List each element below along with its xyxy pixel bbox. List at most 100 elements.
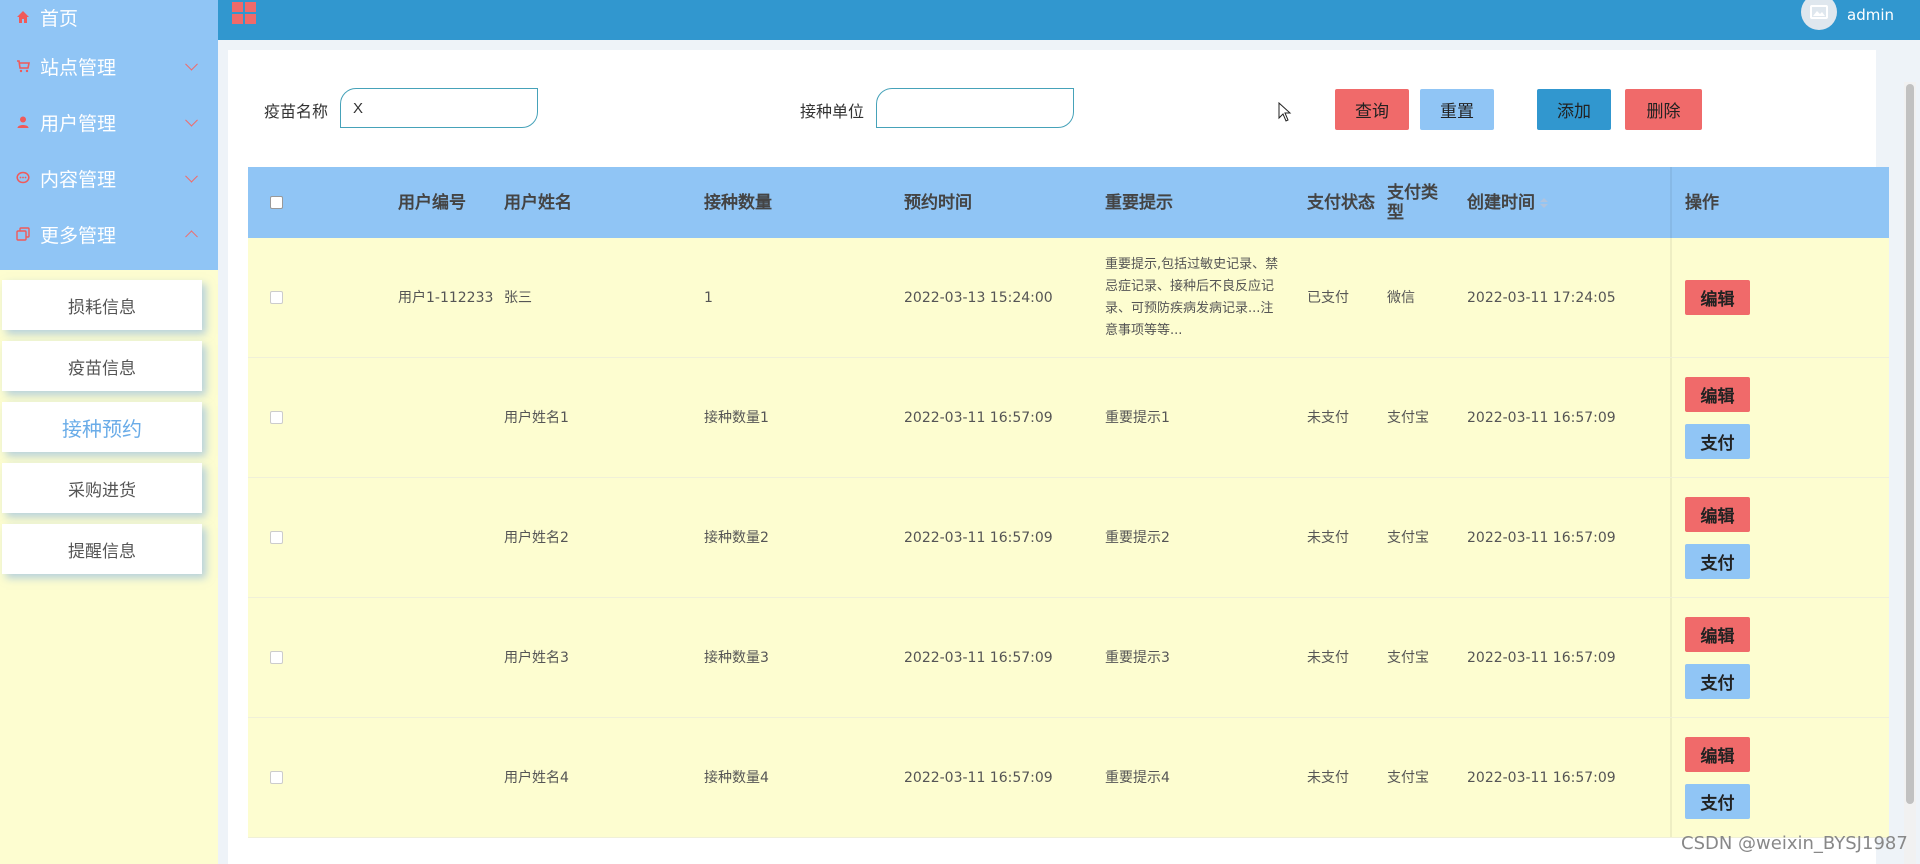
cell-create-time: 2022-03-11 17:24:05 <box>1467 289 1616 306</box>
edit-button[interactable]: 编辑 <box>1685 616 1750 652</box>
edit-button[interactable]: 编辑 <box>1685 496 1750 532</box>
cell-important-tip: 重要提示,包括过敏史记录、禁忌症记录、接种后不良反应记录、可预防疾病发病记录..… <box>1105 256 1279 338</box>
chevron-down-icon <box>185 57 198 71</box>
sidebar-item-content-management[interactable]: 内容管理 <box>0 150 218 206</box>
edit-button[interactable]: 编辑 <box>1685 376 1750 412</box>
avatar[interactable] <box>1801 0 1837 30</box>
cell-pay-type: 支付宝 <box>1387 529 1429 546</box>
cell-quantity: 接种数量1 <box>704 409 769 426</box>
pay-button[interactable]: 支付 <box>1685 543 1750 579</box>
row-checkbox[interactable] <box>269 291 283 304</box>
row-checkbox[interactable] <box>269 651 283 664</box>
cell-important-tip: 重要提示1 <box>1105 409 1170 426</box>
cell-user-id <box>304 598 504 717</box>
cell-pay-status: 未支付 <box>1307 529 1349 546</box>
sidebar-item-home[interactable]: 首页 <box>0 0 218 34</box>
header-appointment-time: 预约时间 <box>904 192 972 213</box>
sidebar-item-user-management[interactable]: 用户管理 <box>0 94 218 150</box>
vaccine-name-input[interactable] <box>340 88 538 128</box>
vaccination-unit-input[interactable] <box>876 88 1074 128</box>
pay-button[interactable]: 支付 <box>1685 783 1750 819</box>
cell-appointment-time: 2022-03-11 16:57:09 <box>904 529 1053 546</box>
sidebar-submenu: 损耗信息 疫苗信息 接种预约 采购进货 提醒信息 <box>0 270 218 574</box>
top-bar: admin <box>218 0 1920 40</box>
cell-appointment-time: 2022-03-13 15:24:00 <box>904 289 1053 306</box>
cell-pay-status: 已支付 <box>1307 289 1349 306</box>
image-icon <box>1810 5 1828 19</box>
app-grid-icon[interactable] <box>232 2 256 24</box>
header-pay-type: 支付类型 <box>1387 182 1438 223</box>
cell-user-name: 用户姓名4 <box>504 769 569 786</box>
row-check-cell <box>248 598 304 717</box>
row-checkbox[interactable] <box>269 411 283 424</box>
submenu-item-purchase[interactable]: 采购进货 <box>2 463 202 513</box>
submenu-item-loss-info[interactable]: 损耗信息 <box>2 280 202 330</box>
row-checkbox[interactable] <box>269 771 283 784</box>
query-button[interactable]: 查询 <box>1335 89 1409 130</box>
sidebar-item-more-management[interactable]: 更多管理 <box>0 206 218 262</box>
sidebar: 首页 站点管理 用户管理 内容管理 更多管理 损耗信息 疫苗信息 接种预约 采购… <box>0 0 218 864</box>
row-checkbox[interactable] <box>269 531 283 544</box>
home-icon <box>16 10 30 24</box>
table-row: 用户姓名4 接种数量4 2022-03-11 16:57:09 重要提示4 未支… <box>248 718 1889 838</box>
cell-user-name: 用户姓名2 <box>504 529 569 546</box>
cell-pay-status: 未支付 <box>1307 649 1349 666</box>
header-quantity: 接种数量 <box>704 192 772 213</box>
cell-quantity: 1 <box>704 289 713 306</box>
cell-quantity: 接种数量4 <box>704 769 769 786</box>
submenu-item-vaccination-appointment[interactable]: 接种预约 <box>2 402 202 452</box>
cell-create-time: 2022-03-11 16:57:09 <box>1467 529 1616 546</box>
chevron-down-icon <box>185 169 198 183</box>
cell-user-id <box>304 718 504 837</box>
header-create-time[interactable]: 创建时间 <box>1467 167 1670 238</box>
content-panel: 疫苗名称 接种单位 查询 重置 添加 删除 用户编号 用户姓名 接种数量 预约时… <box>228 50 1889 864</box>
cell-appointment-time: 2022-03-11 16:57:09 <box>904 769 1053 786</box>
cell-actions: 编辑 支付 <box>1670 598 1785 717</box>
add-button[interactable]: 添加 <box>1537 89 1611 130</box>
cell-create-time: 2022-03-11 16:57:09 <box>1467 409 1616 426</box>
cell-create-time: 2022-03-11 16:57:09 <box>1467 769 1616 786</box>
appointment-table: 用户编号 用户姓名 接种数量 预约时间 重要提示 支付状态 支付类型 创建时间 … <box>248 167 1889 838</box>
select-all-checkbox[interactable] <box>269 196 283 209</box>
submenu-item-reminder[interactable]: 提醒信息 <box>2 524 202 574</box>
sidebar-item-site-management[interactable]: 站点管理 <box>0 38 218 94</box>
cell-pay-type: 支付宝 <box>1387 649 1429 666</box>
cell-user-id <box>304 358 504 477</box>
cell-actions: 编辑 <box>1670 238 1785 357</box>
sidebar-menu: 首页 站点管理 用户管理 内容管理 更多管理 <box>0 0 218 270</box>
pay-button[interactable]: 支付 <box>1685 663 1750 699</box>
table-header: 用户编号 用户姓名 接种数量 预约时间 重要提示 支付状态 支付类型 创建时间 … <box>248 167 1889 238</box>
cell-appointment-time: 2022-03-11 16:57:09 <box>904 649 1053 666</box>
header-pay-status: 支付状态 <box>1307 192 1375 213</box>
cell-quantity: 接种数量2 <box>704 529 769 546</box>
cell-create-time: 2022-03-11 16:57:09 <box>1467 649 1616 666</box>
header-actions: 操作 <box>1670 167 1785 238</box>
edit-button[interactable]: 编辑 <box>1685 280 1750 315</box>
cell-appointment-time: 2022-03-11 16:57:09 <box>904 409 1053 426</box>
edit-button[interactable]: 编辑 <box>1685 736 1750 772</box>
sidebar-item-label: 内容管理 <box>40 168 117 191</box>
cell-user-id <box>304 478 504 597</box>
cell-user-id: 用户1-112233 <box>398 289 494 306</box>
cell-actions: 编辑 支付 <box>1670 358 1785 477</box>
header-user-id: 用户编号 <box>398 192 466 213</box>
row-check-cell <box>248 238 304 357</box>
main-content: 疫苗名称 接种单位 查询 重置 添加 删除 用户编号 用户姓名 接种数量 预约时… <box>218 40 1920 864</box>
row-check-cell <box>248 718 304 837</box>
scrollbar-thumb[interactable] <box>1906 84 1914 804</box>
submenu-item-vaccine-info[interactable]: 疫苗信息 <box>2 341 202 391</box>
delete-button[interactable]: 删除 <box>1625 89 1702 130</box>
cell-pay-type: 支付宝 <box>1387 409 1429 426</box>
cell-user-name: 张三 <box>504 289 532 306</box>
reset-button[interactable]: 重置 <box>1420 89 1494 130</box>
user-menu[interactable]: admin <box>1801 0 1894 30</box>
sidebar-item-label: 更多管理 <box>40 224 117 247</box>
cell-actions: 编辑 支付 <box>1670 718 1785 837</box>
pay-button[interactable]: 支付 <box>1685 423 1750 459</box>
table-row: 用户姓名2 接种数量2 2022-03-11 16:57:09 重要提示2 未支… <box>248 478 1889 598</box>
row-check-cell <box>248 478 304 597</box>
cell-user-name: 用户姓名1 <box>504 409 569 426</box>
cell-pay-type: 微信 <box>1387 289 1415 306</box>
sort-icon[interactable] <box>1540 197 1548 208</box>
cart-icon <box>16 59 30 73</box>
